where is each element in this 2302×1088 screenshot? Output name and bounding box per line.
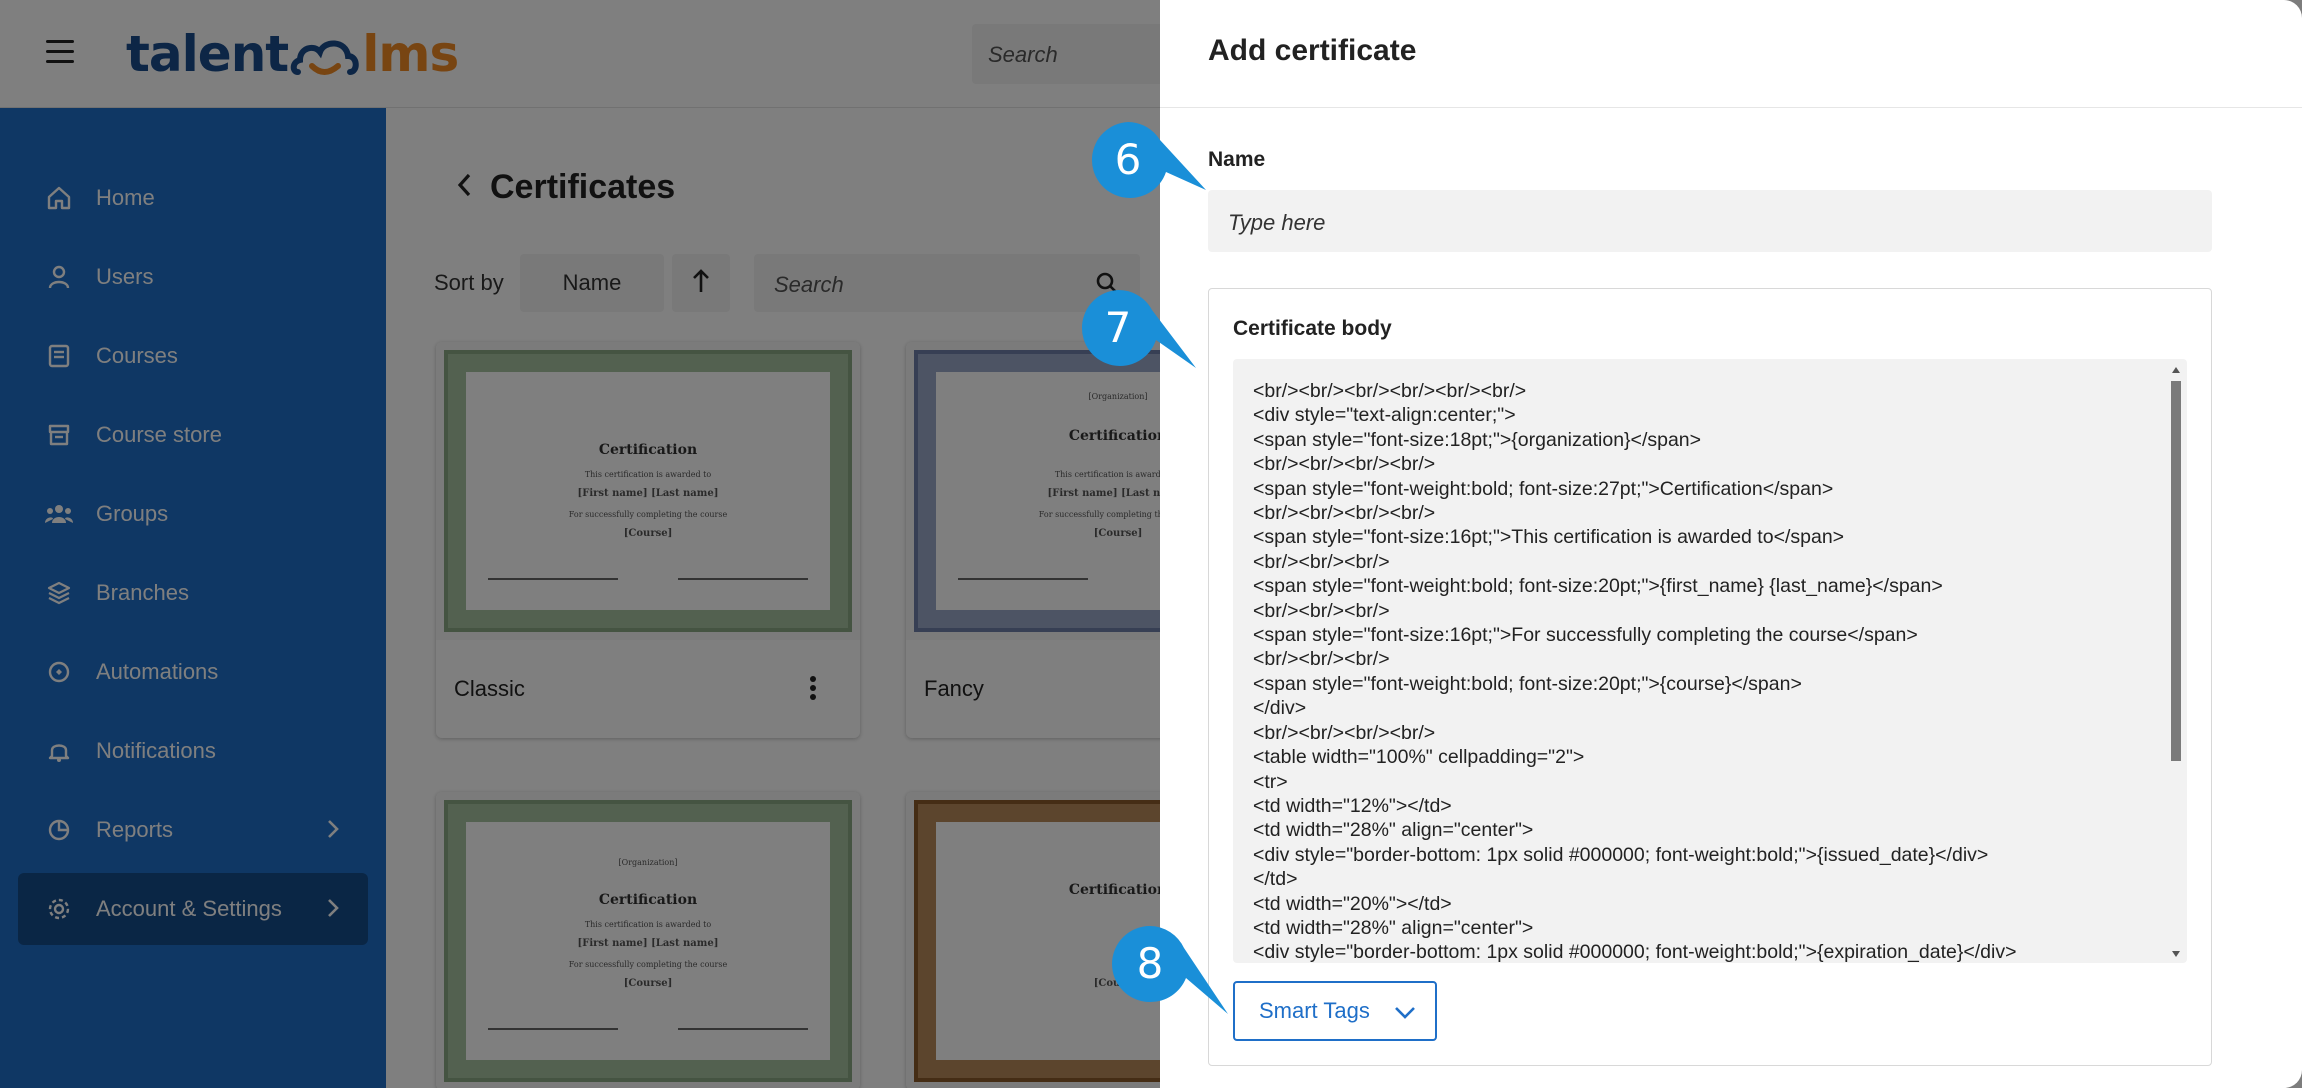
callout-badge-7: 7 [1078,288,1196,368]
certificate-body-editor[interactable]: <br/><br/><br/><br/><br/><br/> <div styl… [1233,359,2187,963]
certificate-body-label: Certificate body [1233,317,1392,340]
callout-number: 7 [1104,303,1132,352]
callout-number: 8 [1136,939,1164,988]
callout-badge-6: 6 [1088,120,1206,200]
name-label: Name [1208,148,1266,171]
scrollbar-thumb[interactable] [2171,381,2181,761]
certificate-body-section: Certificate body <br/><br/><br/><br/><br… [1208,288,2212,1066]
chevron-down-icon [1393,1001,1417,1027]
callout-badge-8: 8 [1110,924,1228,1014]
editor-scrollbar[interactable] [2169,367,2183,957]
scroll-up-icon[interactable] [2172,367,2180,373]
scroll-down-icon[interactable] [2172,951,2180,957]
certificate-name-input[interactable]: Type here [1208,190,2212,252]
smart-tags-label: Smart Tags [1259,998,1370,1023]
drawer-title: Add certificate [1160,0,2302,108]
smart-tags-dropdown[interactable]: Smart Tags [1233,981,1437,1041]
callout-number: 6 [1114,135,1142,184]
add-certificate-drawer: Add certificate Name Type here Certifica… [1160,0,2302,1088]
app-background: talentlms Search Home Users Courses Cour… [0,0,1160,1088]
modal-overlay[interactable] [0,0,1160,1088]
